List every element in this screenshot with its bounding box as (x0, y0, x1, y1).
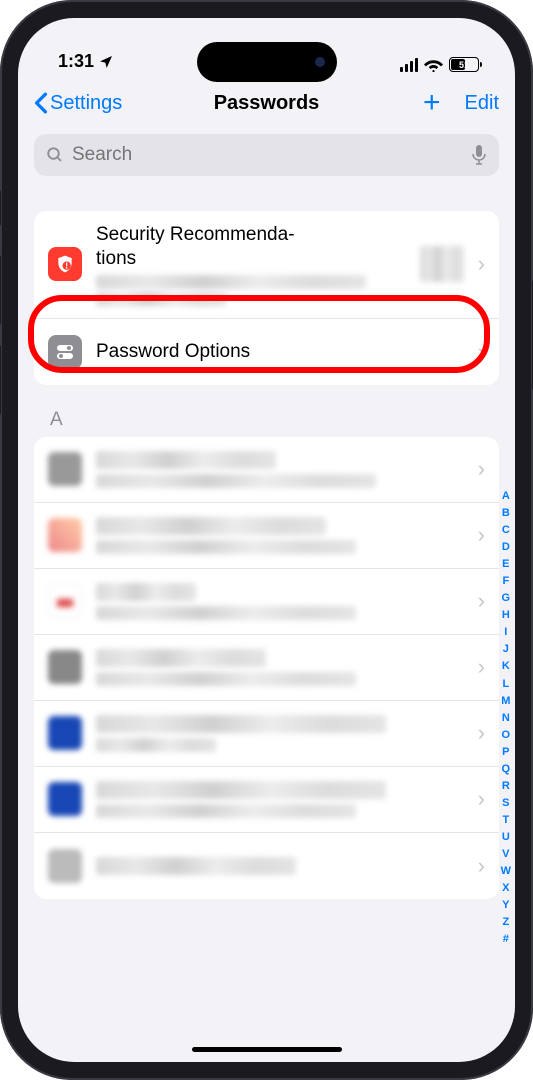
index-letter[interactable]: I (504, 624, 507, 641)
search-bar[interactable] (34, 134, 499, 176)
index-letter[interactable]: W (501, 863, 511, 880)
page-title: Passwords (214, 92, 320, 115)
home-indicator[interactable] (192, 1047, 342, 1052)
chevron-right-icon: › (478, 339, 485, 365)
index-letter[interactable]: L (502, 676, 509, 693)
index-letter[interactable]: C (502, 522, 510, 539)
location-icon (98, 54, 114, 70)
navigation-bar: Settings Passwords + Edit (18, 78, 515, 128)
index-letter[interactable]: D (502, 539, 510, 556)
wifi-icon (424, 58, 443, 72)
index-letter[interactable]: N (502, 710, 510, 727)
index-letter[interactable]: Z (502, 914, 509, 931)
add-button[interactable]: + (423, 86, 441, 120)
row-title: Security Recommenda- tions (96, 223, 406, 271)
index-letter[interactable]: K (502, 658, 510, 675)
security-recommendations-row[interactable]: Security Recommenda- tions › (34, 211, 499, 319)
index-letter[interactable]: A (502, 488, 510, 505)
back-button[interactable]: Settings (34, 92, 122, 115)
chevron-left-icon (34, 92, 48, 114)
chevron-right-icon: › (478, 720, 485, 746)
cellular-signal-icon (400, 58, 418, 72)
password-list-item[interactable]: › (34, 767, 499, 833)
chevron-right-icon: › (478, 853, 485, 879)
index-letter[interactable]: Y (502, 897, 509, 914)
index-letter[interactable]: F (502, 573, 509, 590)
chevron-right-icon: › (478, 588, 485, 614)
password-list-item[interactable]: › (34, 437, 499, 503)
index-letter[interactable]: S (502, 795, 509, 812)
back-label: Settings (50, 92, 122, 115)
password-list-item[interactable]: › (34, 503, 499, 569)
index-letter[interactable]: # (503, 931, 509, 948)
index-letter[interactable]: P (502, 744, 509, 761)
index-letter[interactable]: E (502, 556, 509, 573)
index-letter[interactable]: X (502, 880, 509, 897)
chevron-right-icon: › (478, 251, 485, 277)
password-list-item[interactable]: › (34, 701, 499, 767)
index-bar[interactable]: ABCDEFGHIJKLMNOPQRSTUVWXYZ# (501, 488, 511, 948)
index-letter[interactable]: H (502, 607, 510, 624)
index-letter[interactable]: U (502, 829, 510, 846)
index-letter[interactable]: G (502, 590, 511, 607)
options-icon (48, 335, 82, 369)
password-list-item[interactable]: › (34, 569, 499, 635)
index-letter[interactable]: T (502, 812, 509, 829)
index-letter[interactable]: Q (502, 761, 511, 778)
index-letter[interactable]: J (503, 641, 509, 658)
security-icon (48, 247, 82, 281)
password-list-item[interactable]: › (34, 635, 499, 701)
row-title: Password Options (96, 340, 464, 364)
search-icon (46, 146, 64, 164)
index-letter[interactable]: M (501, 693, 510, 710)
password-options-row[interactable]: Password Options › (34, 319, 499, 385)
chevron-right-icon: › (478, 786, 485, 812)
chevron-right-icon: › (478, 456, 485, 482)
chevron-right-icon: › (478, 654, 485, 680)
edit-button[interactable]: Edit (465, 92, 499, 115)
index-letter[interactable]: R (502, 778, 510, 795)
battery-icon: 51 (449, 57, 479, 72)
index-letter[interactable]: O (502, 727, 511, 744)
chevron-right-icon: › (478, 522, 485, 548)
index-letter[interactable]: B (502, 505, 510, 522)
password-list-item[interactable]: › (34, 833, 499, 899)
status-time: 1:31 (58, 51, 94, 72)
index-letter[interactable]: V (502, 846, 509, 863)
mic-icon[interactable] (471, 144, 487, 166)
section-header-a: A (50, 409, 483, 431)
search-input[interactable] (72, 144, 463, 166)
